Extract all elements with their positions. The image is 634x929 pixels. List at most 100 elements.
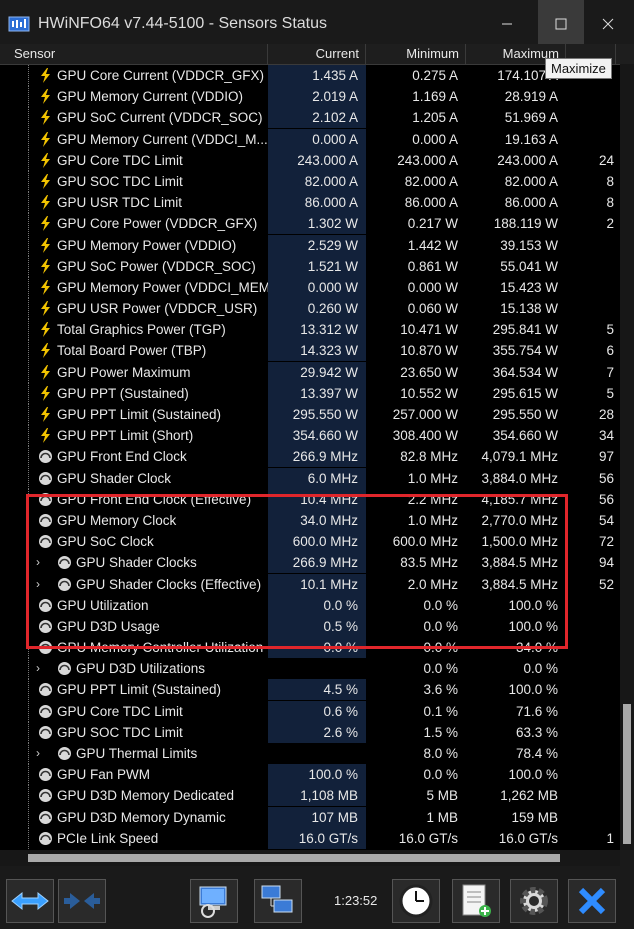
table-row[interactable]: GPU USR Power (VDDCR_USR) 0.260 W 0.060 W 1… <box>0 298 620 320</box>
table-row[interactable]: GPU Core Current (VDDCR_GFX) 1.435 A 0.275… <box>0 65 620 86</box>
table-row[interactable]: › GPU Shader Clocks (Effective) 10.1 MHz 2.… <box>0 573 620 595</box>
table-row[interactable]: › GPU Shader Clocks 266.9 MHz 83.5 MHz 3,884… <box>0 552 620 574</box>
table-row[interactable]: GPU Memory Current (VDDIO) 2.019 A 1.169 A… <box>0 86 620 108</box>
table-row[interactable]: GPU Memory Current (VDDCI_M... 0.000 A 0.0… <box>0 128 620 150</box>
average-value: 5 <box>606 322 614 338</box>
column-header-current[interactable]: Current <box>268 44 366 64</box>
table-row[interactable]: GPU SoC Power (VDDCR_SOC) 1.521 W 0.861 W 5… <box>0 255 620 277</box>
table-row[interactable]: GPU SoC Clock 600.0 MHz 600.0 MHz 1,500.0 M… <box>0 531 620 553</box>
table-row[interactable]: GPU Core TDC Limit 0.6 % 0.1 % 71.6 % <box>0 700 620 722</box>
gauge-icon <box>39 513 52 527</box>
sensor-label: GPU Utilization <box>57 597 149 613</box>
lightning-bolt-icon <box>41 364 50 380</box>
reset-clock-button[interactable] <box>392 879 440 923</box>
table-row[interactable]: GPU Memory Controller Utilization 0.0 % 0.… <box>0 637 620 659</box>
current-value: 1.435 A <box>268 65 366 86</box>
minimize-button[interactable] <box>484 0 530 48</box>
vertical-scrollbar-thumb[interactable] <box>623 704 631 844</box>
table-row[interactable]: GPU Front End Clock (Effective) 10.4 MHz 2… <box>0 488 620 510</box>
sensor-label: GPU Core Current (VDDCR_GFX) <box>57 68 265 83</box>
maximize-button[interactable] <box>538 0 584 48</box>
table-row[interactable]: GPU Shader Clock 6.0 MHz 1.0 MHz 3,884.0 MH… <box>0 467 620 489</box>
table-row[interactable]: GPU D3D Usage 0.5 % 0.0 % 100.0 % <box>0 615 620 637</box>
table-row[interactable]: GPU D3D Memory Dynamic 107 MB 1 MB 159 MB <box>0 806 620 828</box>
settings-button[interactable] <box>510 879 558 923</box>
vertical-scrollbar[interactable] <box>620 64 634 850</box>
average-value: 56 <box>598 470 614 486</box>
sensor-cell: GPU D3D Memory Dedicated <box>0 785 268 807</box>
table-row[interactable]: GPU PPT Limit (Sustained) 4.5 % 3.6 % 100.0… <box>0 679 620 701</box>
table-row[interactable]: Total Board Power (TBP) 14.323 W 10.870 W 3… <box>0 340 620 362</box>
sensor-cell: › GPU D3D Utilizations <box>0 658 268 680</box>
lightning-bolt-icon <box>41 110 50 126</box>
current-value: 266.9 MHz <box>268 446 366 468</box>
network-button[interactable] <box>254 879 302 923</box>
tree-guide <box>28 700 30 722</box>
current-value <box>268 743 366 764</box>
table-row[interactable]: GPU Utilization 0.0 % 0.0 % 100.0 % <box>0 594 620 616</box>
current-value: 0.260 W <box>268 298 366 320</box>
table-row[interactable]: GPU Memory Power (VDDIO) 2.529 W 1.442 W 39… <box>0 234 620 256</box>
table-row[interactable]: GPU Core Power (VDDCR_GFX) 1.302 W 0.217 W… <box>0 213 620 235</box>
horizontal-scrollbar[interactable] <box>0 850 620 866</box>
expand-chevron-icon[interactable]: › <box>36 658 46 679</box>
sensor-cell: GPU Memory Current (VDDIO) <box>0 86 268 108</box>
tree-guide <box>28 721 30 743</box>
expand-chevron-icon[interactable]: › <box>36 552 46 573</box>
table-row[interactable]: GPU PPT (Sustained) 13.397 W 10.552 W 295.6… <box>0 382 620 404</box>
sensor-cell: GPU Core Power (VDDCR_GFX) <box>0 213 268 235</box>
current-value: 354.660 W <box>268 425 366 447</box>
table-row[interactable]: GPU USR TDC Limit 86.000 A 86.000 A 86.000 … <box>0 192 620 214</box>
exit-button[interactable] <box>568 879 616 923</box>
table-row[interactable]: GPU PPT Limit (Sustained) 295.550 W 257.00… <box>0 404 620 425</box>
tree-guide <box>28 192 30 214</box>
table-row[interactable]: GPU SOC TDC Limit 82.000 A 82.000 A 82.000 … <box>0 170 620 192</box>
current-value: 1.302 W <box>268 213 366 235</box>
table-row[interactable]: GPU Memory Clock 34.0 MHz 1.0 MHz 2,770.0 M… <box>0 509 620 531</box>
arrows-collapse-icon <box>64 893 100 909</box>
maximum-value: 354.660 W <box>492 428 558 444</box>
minimum-value: 0.0 % <box>423 767 458 783</box>
table-row[interactable]: GPU SOC TDC Limit 2.6 % 1.5 % 63.3 % <box>0 721 620 743</box>
table-row[interactable]: › GPU D3D Utilizations 0.0 % 0.0 % <box>0 658 620 680</box>
table-row[interactable]: › GPU Thermal Limits 8.0 % 78.4 % <box>0 743 620 764</box>
minimum-value: 1.5 % <box>423 724 458 740</box>
current-value: 2.019 A <box>268 86 366 108</box>
table-row[interactable]: GPU SoC Current (VDDCR_SOC) 2.102 A 1.205 … <box>0 107 620 129</box>
maximum-value: 63.3 % <box>515 724 558 740</box>
summary-button[interactable] <box>190 879 238 923</box>
collapse-arrows-button[interactable] <box>58 879 106 923</box>
current-value: 266.9 MHz <box>268 552 366 574</box>
table-row[interactable]: GPU Core TDC Limit 243.000 A 243.000 A 243.… <box>0 149 620 171</box>
table-row[interactable]: PCIe Link Speed 16.0 GT/s 16.0 GT/s 16.0 GT… <box>0 827 620 849</box>
column-header-minimum[interactable]: Minimum <box>366 44 466 64</box>
current-value: 100.0 % <box>268 764 366 786</box>
table-row[interactable]: GPU Power Maximum 29.942 W 23.650 W 364.534… <box>0 361 620 383</box>
minimum-value: 82.000 A <box>404 173 458 189</box>
average-value: 7 <box>606 364 614 380</box>
table-row[interactable]: GPU Fan PWM 100.0 % 0.0 % 100.0 % <box>0 764 620 786</box>
expand-chevron-icon[interactable]: › <box>36 574 46 595</box>
table-row[interactable]: GPU D3D Memory Dedicated 1,108 MB 5 MB 1,26… <box>0 785 620 807</box>
column-header-sensor[interactable]: Sensor <box>0 44 268 64</box>
maximum-value: 0.0 % <box>523 661 558 677</box>
table-row[interactable]: GPU Memory Power (VDDCI_MEM) 0.000 W 0.000… <box>0 276 620 298</box>
maximum-value: 16.0 GT/s <box>498 830 558 846</box>
table-row[interactable]: Total Graphics Power (TGP) 13.312 W 10.471… <box>0 319 620 341</box>
sensor-label: GPU D3D Memory Dedicated <box>57 788 235 804</box>
expand-chevron-icon[interactable]: › <box>36 743 46 764</box>
minimum-value: 86.000 A <box>404 195 458 211</box>
close-button[interactable] <box>585 0 631 48</box>
minimum-value: 1.205 A <box>412 110 458 126</box>
sensor-cell: GPU Shader Clock <box>0 467 268 489</box>
average-value: 8 <box>606 195 614 211</box>
window-title: HWiNFO64 v7.44-5100 - Sensors Status <box>38 15 328 32</box>
expand-arrows-button[interactable] <box>6 879 54 923</box>
table-row[interactable]: GPU PPT Limit (Short) 354.660 W 308.400 W 3… <box>0 425 620 447</box>
average-value <box>566 658 616 679</box>
table-row[interactable]: GPU Front End Clock 266.9 MHz 82.8 MHz 4,07… <box>0 446 620 468</box>
sensor-cell: GPU D3D Usage <box>0 615 268 637</box>
lightning-bolt-icon <box>41 428 50 444</box>
horizontal-scrollbar-thumb[interactable] <box>28 854 560 862</box>
logging-button[interactable] <box>452 879 500 923</box>
